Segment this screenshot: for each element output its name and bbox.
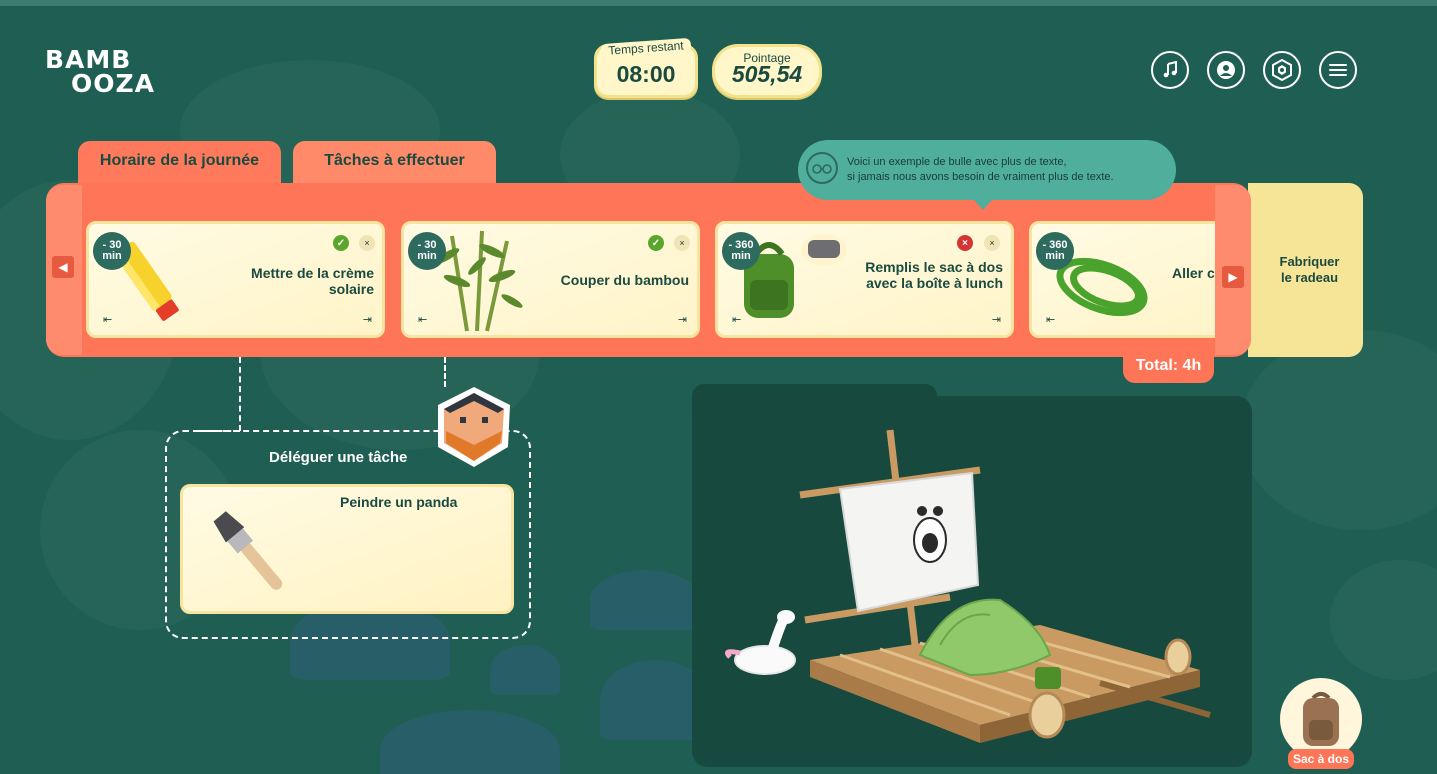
scroll-right-arrow[interactable]: ▶ (1222, 266, 1244, 288)
time-cost-badge: - 360 min (722, 232, 760, 270)
remove-icon[interactable]: × (984, 235, 1000, 251)
time-cost-badge: - 30 min (93, 232, 131, 270)
tooltip-line-2: si jamais nous avons besoin de vraiment … (847, 171, 1114, 183)
remove-icon[interactable]: × (674, 235, 690, 251)
time-cost-badge: - 30 min (408, 232, 446, 270)
delegate-label: Déléguer une tâche (269, 449, 408, 466)
task-card[interactable]: - 30 min ✓ × Mettre de la crème solaire ⇤… (86, 221, 385, 338)
hint-tooltip: Voici un exemple de bulle avec plus de t… (798, 140, 1176, 210)
task-card[interactable]: - 30 min ✓ × Couper du bambou ⇤ ⇥ (401, 221, 700, 338)
raft-illustration (725, 429, 1211, 743)
task-title: Aller c (1172, 265, 1215, 281)
tooltip-line-1: Voici un exemple de bulle avec plus de t… (847, 156, 1067, 168)
status-error-icon: × (957, 235, 973, 251)
task-title: Couper du bambou (560, 272, 689, 288)
delegate-task-title: Peindre un panda (340, 494, 458, 510)
move-first-icon[interactable]: ⇤ (1046, 313, 1055, 326)
remove-icon[interactable]: × (359, 235, 375, 251)
move-first-icon[interactable]: ⇤ (103, 313, 112, 326)
music-icon[interactable] (1151, 51, 1189, 89)
final-step-label: Fabriquer le radeau (1279, 254, 1340, 285)
green-box (1035, 667, 1061, 689)
time-remaining-value: 08:00 (616, 61, 676, 87)
score-label: Pointage (743, 51, 791, 65)
user-icon[interactable] (1207, 51, 1245, 89)
task-card[interactable]: - 360 min Aller c ⇤ (1029, 221, 1215, 338)
tab-daily-schedule[interactable]: Horaire de la journée (78, 141, 281, 189)
move-first-icon[interactable]: ⇤ (732, 313, 741, 326)
move-last-icon[interactable]: ⇥ (992, 313, 1001, 326)
menu-icon[interactable] (1319, 51, 1357, 89)
move-first-icon[interactable]: ⇤ (418, 313, 427, 326)
backpack-button[interactable] (1280, 678, 1362, 760)
status-ok-icon: ✓ (648, 235, 664, 251)
scroll-left-arrow[interactable]: ◀ (52, 256, 74, 278)
score-value: 505,54 (731, 61, 803, 87)
backpack-icon (1303, 692, 1339, 746)
delegate-task-card[interactable]: Peindre un panda (180, 484, 514, 614)
paintbrush-icon (213, 511, 283, 590)
total-time-badge: Total: 4h (1123, 348, 1214, 383)
move-last-icon[interactable]: ⇥ (678, 313, 687, 326)
tab-tasks-to-do[interactable]: Tâches à effectuer (293, 141, 496, 189)
final-step-build-raft[interactable]: Fabriquer le radeau (1248, 183, 1363, 357)
schedule-cards: - 30 min ✓ × Mettre de la crème solaire ⇤… (86, 221, 1215, 338)
task-title: Remplis le sac à dos avec la boîte à lun… (865, 259, 1003, 291)
task-title: Mettre de la crème solaire (251, 265, 374, 297)
logo-line-2: OOZA (71, 69, 155, 98)
score-panel: Pointage 505,54 (712, 44, 822, 98)
delegate-connector (239, 357, 241, 431)
task-card[interactable]: - 360 min × × Remplis le sac à dos avec l… (715, 221, 1014, 338)
top-edge-bar (0, 0, 1437, 6)
helper-avatar[interactable] (432, 383, 514, 471)
glasses-icon (806, 152, 838, 184)
bambooza-logo: BAMB OOZA (45, 47, 175, 100)
time-cost-badge: - 360 min (1036, 232, 1074, 270)
settings-hex-icon[interactable] (1263, 51, 1301, 89)
leaf-shelter (918, 598, 1052, 677)
unicorn-float (725, 610, 796, 675)
status-ok-icon: ✓ (333, 235, 349, 251)
move-last-icon[interactable]: ⇥ (363, 313, 372, 326)
backpack-label[interactable]: Sac à dos (1288, 749, 1354, 769)
time-remaining-panel: Temps restant 08:00 (594, 37, 698, 98)
top-icon-bar (1151, 51, 1357, 89)
